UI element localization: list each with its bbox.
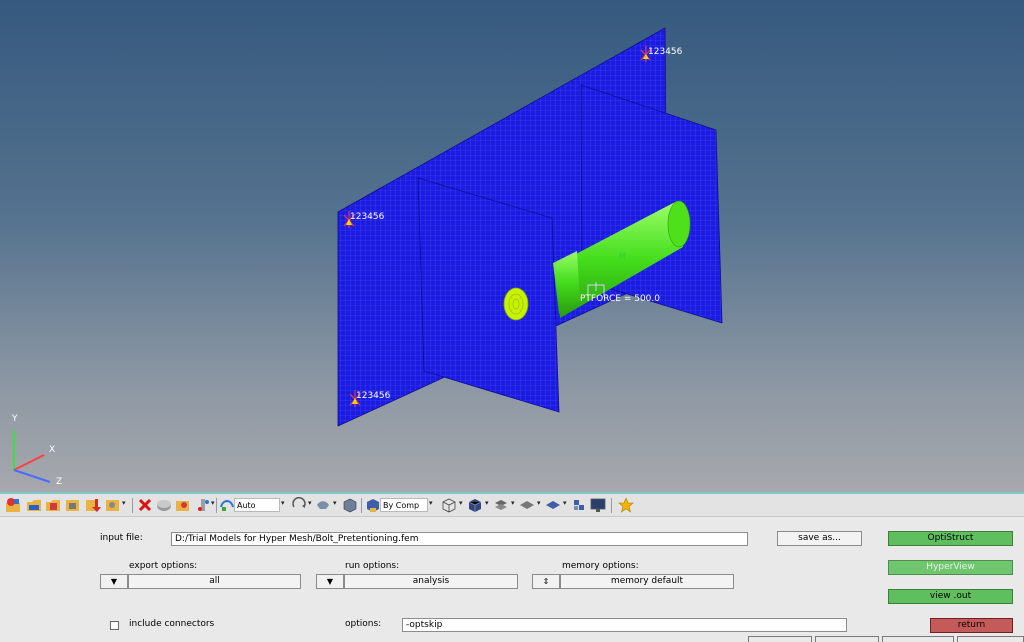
plane-icon[interactable]: [519, 497, 535, 513]
toolbar-separator: [361, 498, 362, 513]
hyperview-button[interactable]: HyperView: [888, 560, 1013, 575]
status-bar: [0, 636, 1024, 642]
toolbar-separator: [611, 498, 612, 513]
color-mode-select[interactable]: By Comp: [380, 498, 428, 512]
delete-icon[interactable]: [137, 497, 153, 513]
export-options-select[interactable]: all: [128, 574, 301, 589]
screen-icon[interactable]: [590, 497, 606, 513]
run-options-select[interactable]: analysis: [344, 574, 518, 589]
options-field[interactable]: -optskip: [402, 618, 847, 632]
axis-triad: [13, 430, 51, 483]
export-options-label: export options:: [129, 561, 198, 571]
unmask-icon[interactable]: [175, 497, 191, 513]
save-model-icon[interactable]: [45, 497, 61, 513]
memory-options-select[interactable]: memory default: [560, 574, 734, 589]
save-as-button[interactable]: save as...: [777, 531, 862, 546]
memory-options-label: memory options:: [562, 561, 639, 571]
triad-x-label: X: [49, 445, 55, 455]
find-dropdown-arrow[interactable]: ▾: [211, 499, 215, 507]
options-label: options:: [345, 619, 382, 629]
find-icon[interactable]: [195, 497, 211, 513]
export-options-toggle[interactable]: ▼: [100, 574, 128, 589]
optistruct-button[interactable]: OptiStruct: [888, 531, 1013, 546]
shading-mode-arrow[interactable]: ▾: [281, 499, 285, 507]
return-button[interactable]: return: [930, 618, 1013, 633]
visualization-auto-icon[interactable]: [219, 497, 235, 513]
color-mode-arrow[interactable]: ▾: [429, 499, 433, 507]
run-options-toggle[interactable]: ▼: [316, 574, 344, 589]
pan-icon[interactable]: [315, 497, 331, 513]
constraint-label-1: 123456: [648, 47, 683, 57]
constraint-label-3: 123456: [356, 391, 391, 401]
run-options-label: run options:: [345, 561, 400, 571]
status-cell: [815, 636, 879, 642]
shaded-icon[interactable]: [467, 497, 483, 513]
wireframe-icon[interactable]: [441, 497, 457, 513]
rotate-dropdown-arrow[interactable]: ▾: [308, 499, 312, 507]
layer-dropdown-arrow[interactable]: ▾: [511, 499, 515, 507]
save-image-dropdown-arrow[interactable]: ▾: [122, 499, 126, 507]
open-model-icon[interactable]: [5, 497, 21, 513]
box-view-icon[interactable]: [342, 497, 358, 513]
surface-dropdown-arrow[interactable]: ▾: [563, 499, 567, 507]
status-cell: [882, 636, 954, 642]
shaded-dropdown-arrow[interactable]: ▾: [485, 499, 489, 507]
main-toolbar: ▾ ▾ Auto ▾ ▾ ▾ By Comp ▾ ▾ ▾ ▾ ▾ ▾: [0, 492, 1024, 516]
shading-mode-select[interactable]: Auto: [234, 498, 280, 512]
wireframe-dropdown-arrow[interactable]: ▾: [459, 499, 463, 507]
status-cell: [748, 636, 812, 642]
save-image-icon[interactable]: [105, 497, 121, 513]
graphics-viewport[interactable]: M PTFORCE = 500.0 123456 123456 123456 Y…: [0, 0, 1024, 492]
open-file-icon[interactable]: [26, 497, 42, 513]
constraint-label-2: 123456: [350, 212, 385, 222]
toolbar-separator: [216, 498, 217, 513]
input-file-field[interactable]: D:/Trial Models for Hyper Mesh/Bolt_Pret…: [171, 532, 748, 546]
optistruct-panel: input file: D:/Trial Models for Hyper Me…: [0, 516, 1024, 642]
plane-dropdown-arrow[interactable]: ▾: [537, 499, 541, 507]
toolbar-separator: [132, 498, 133, 513]
triad-z-label: Z: [56, 477, 62, 487]
ptforce-label: PTFORCE = 500.0: [580, 294, 660, 304]
element-icon[interactable]: [571, 497, 587, 513]
view-out-button[interactable]: view .out: [888, 589, 1013, 604]
include-connectors-label: include connectors: [129, 619, 215, 629]
rotate-icon[interactable]: [291, 497, 307, 513]
mask-icon[interactable]: [156, 497, 172, 513]
pan-dropdown-arrow[interactable]: ▾: [333, 499, 337, 507]
model-view: M PTFORCE = 500.0 123456 123456 123456 Y…: [11, 27, 723, 487]
by-comp-icon[interactable]: [365, 497, 381, 513]
favorite-star-icon[interactable]: [618, 497, 634, 513]
triad-y-label: Y: [11, 414, 18, 424]
surface-icon[interactable]: [545, 497, 561, 513]
bolt-head: [503, 287, 529, 321]
status-cell: [957, 636, 1024, 642]
layer-icon[interactable]: [493, 497, 509, 513]
input-file-label: input file:: [100, 533, 143, 543]
include-connectors-checkbox[interactable]: [110, 621, 119, 630]
memory-options-toggle[interactable]: ⇕: [532, 574, 560, 589]
export-icon[interactable]: [85, 497, 101, 513]
import-icon[interactable]: [65, 497, 81, 513]
mass-marker: M: [619, 252, 626, 261]
